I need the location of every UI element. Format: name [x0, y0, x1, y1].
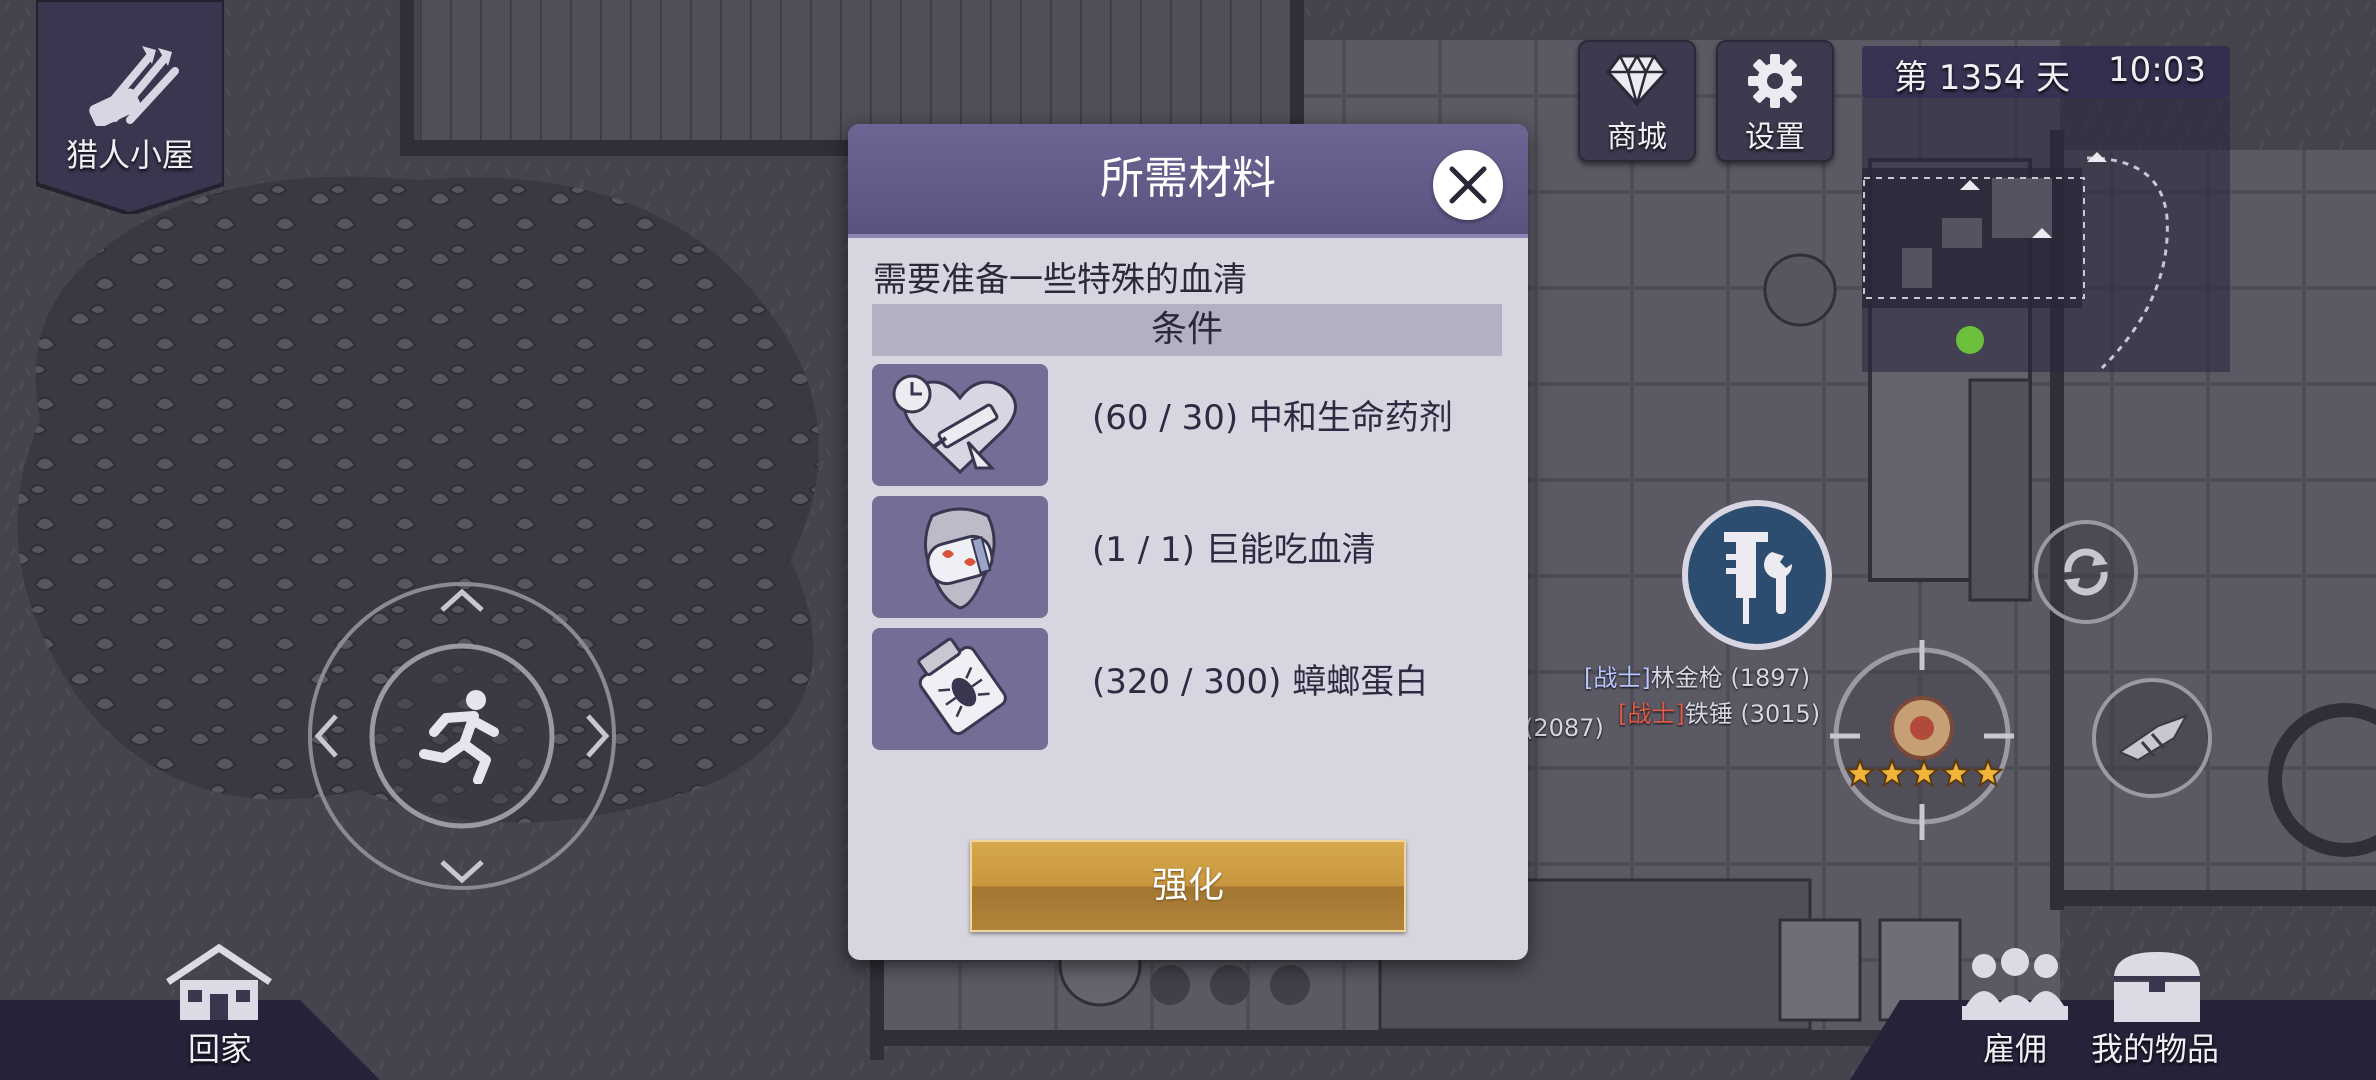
serum-capsule-icon: [872, 496, 1048, 618]
upgrade-button[interactable]: 强化: [970, 840, 1406, 932]
syringe-wrench-icon: [1710, 524, 1806, 632]
close-icon: [1448, 165, 1488, 209]
treasure-chest-icon: [2110, 948, 2204, 1028]
dialog-header: 所需材料: [848, 124, 1528, 238]
npc-name: 铁锤 (3015): [1684, 700, 1821, 728]
stars: [1844, 757, 2004, 788]
movement-joystick[interactable]: [306, 580, 618, 892]
weapon-icon: [2117, 712, 2189, 768]
materials-dialog: 所需材料 需要准备一些特殊的血清 条件 (60 / 30) 中和生命药剂 (1 …: [848, 124, 1528, 960]
material-text: (320 / 300) 蟑螂蛋白: [1092, 662, 1429, 702]
npc-class-tag: [战士]: [1584, 664, 1651, 692]
cockroach-vial-icon: [872, 628, 1048, 750]
inventory-button[interactable]: 我的物品: [2080, 946, 2230, 1076]
material-row: (60 / 30) 中和生命药剂: [872, 364, 1512, 486]
minimap-drawing: [1862, 152, 2169, 370]
clock-time: 10:03: [2108, 50, 2206, 90]
star-icon: [1844, 757, 1876, 788]
gear-icon: [1746, 52, 1804, 114]
hire-button[interactable]: 雇佣: [1950, 946, 2080, 1076]
npc-nameplate-2: [战士]铁锤 (3015): [1618, 694, 1820, 729]
npc-nameplate-3: (2087): [1524, 714, 1604, 742]
swap-button[interactable]: [2034, 520, 2138, 624]
location-banner[interactable]: 猎人小屋: [36, 0, 224, 214]
day-counter: 第 1354 天: [1894, 58, 2071, 98]
heart-syringe-icon: [872, 364, 1048, 486]
star-icon: [1940, 757, 1972, 788]
hero-star-rating: [1844, 757, 2004, 790]
material-row: (320 / 300) 蟑螂蛋白: [872, 628, 1512, 750]
people-group-icon: [1962, 946, 2068, 1028]
clock-panel: 第 1354 天 10:03: [1862, 46, 2230, 98]
target-reticle[interactable]: [1830, 640, 2014, 840]
close-button[interactable]: [1433, 150, 1503, 220]
conditions-header: 条件: [872, 304, 1502, 356]
npc-nameplate-1: [战士]林金枪 (1897): [1584, 658, 1810, 693]
npc-name: (2087): [1524, 714, 1604, 742]
settings-button[interactable]: 设置: [1716, 40, 1834, 162]
star-icon: [1972, 757, 2004, 788]
house-icon: [164, 943, 274, 1028]
npc-name: 林金枪 (1897): [1650, 664, 1811, 692]
material-row: (1 / 1) 巨能吃血清: [872, 496, 1512, 618]
reticle-ring: [1830, 640, 2014, 840]
attack-button[interactable]: [2092, 678, 2212, 798]
minimap[interactable]: [1862, 98, 2230, 372]
arrows-quiver-icon: [80, 36, 180, 130]
home-label: 回家: [187, 1030, 252, 1068]
craft-tool-button[interactable]: [1682, 500, 1832, 650]
shop-button[interactable]: 商城: [1578, 40, 1696, 162]
shop-label: 商城: [1607, 120, 1667, 155]
star-icon: [1908, 757, 1940, 788]
upgrade-button-label: 强化: [1151, 865, 1224, 906]
dialog-description: 需要准备一些特殊的血清: [873, 260, 1247, 300]
dialog-title: 所需材料: [1100, 153, 1276, 204]
material-text: (1 / 1) 巨能吃血清: [1092, 530, 1376, 570]
npc-class-tag: [战士]: [1618, 700, 1685, 728]
material-text: (60 / 30) 中和生命药剂: [1092, 398, 1453, 438]
star-icon: [1876, 757, 1908, 788]
home-button[interactable]: 回家: [150, 943, 290, 1074]
refresh-arrows-icon: [2058, 544, 2114, 604]
conditions-label: 条件: [1150, 309, 1223, 350]
inventory-label: 我的物品: [2090, 1030, 2219, 1068]
diamond-icon: [1606, 53, 1668, 110]
hire-label: 雇佣: [1982, 1030, 2047, 1068]
settings-label: 设置: [1745, 120, 1805, 155]
running-man-icon: [416, 688, 508, 788]
location-label: 猎人小屋: [65, 136, 194, 174]
